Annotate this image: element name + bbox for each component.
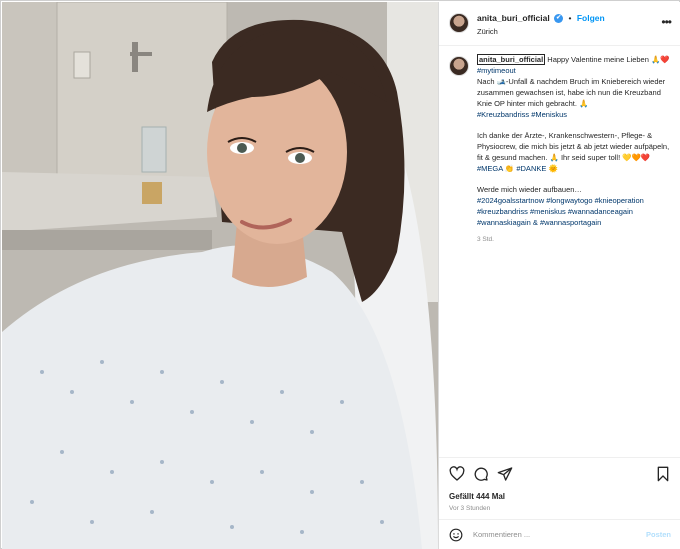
hashtags-3[interactable]: #2024goalsstartnow #longwaytogo #knieope… xyxy=(477,196,644,227)
caption-username[interactable]: anita_buri_official xyxy=(477,54,546,65)
follow-button[interactable]: Folgen xyxy=(577,13,605,23)
avatar[interactable] xyxy=(449,13,469,33)
post-age: Vor 3 Stunden xyxy=(449,505,491,512)
share-icon[interactable] xyxy=(497,466,513,482)
header-username-row: anita_buri_official ✔ • Folgen xyxy=(477,13,605,24)
caption-time: 3 Std. xyxy=(477,236,494,243)
hashtags-2[interactable]: #MEGA 👏 #DANKE 🌞 xyxy=(477,164,558,173)
instagram-post-window: anita_buri_official ✔ • Folgen Zürich ••… xyxy=(0,0,680,549)
caption-area: anita_buri_official Happy Valentine mein… xyxy=(439,46,680,456)
comment-input[interactable]: Kommentieren ... xyxy=(473,530,530,539)
post-header: anita_buri_official ✔ • Folgen Zürich ••… xyxy=(439,2,680,46)
hashtag-mytimeout[interactable]: #mytimeout xyxy=(477,66,516,75)
action-bar: Gefällt 444 Mal Vor 3 Stunden xyxy=(439,457,680,517)
caption-para3: Werde mich wieder aufbauen… xyxy=(477,185,582,194)
comment-icon[interactable] xyxy=(473,466,489,482)
likes-count[interactable]: Gefällt 444 Mal xyxy=(449,492,505,501)
caption-line1: Happy Valentine meine Lieben 🙏❤️ xyxy=(547,55,670,64)
hospital-selfie-image xyxy=(2,2,438,549)
comment-bar: Kommentieren ... Posten xyxy=(439,519,680,549)
caption-avatar[interactable] xyxy=(449,56,469,76)
caption-text: anita_buri_official Happy Valentine mein… xyxy=(477,54,673,245)
location-link[interactable]: Zürich xyxy=(477,27,498,36)
bookmark-icon[interactable] xyxy=(655,466,671,482)
post-sidebar: anita_buri_official ✔ • Folgen Zürich ••… xyxy=(438,2,680,549)
caption-para2: Ich danke der Ärzte-, Krankenschwestern-… xyxy=(477,131,670,162)
emoji-icon[interactable] xyxy=(449,528,463,542)
verified-icon: ✔ xyxy=(554,14,564,24)
username-link[interactable]: anita_buri_official xyxy=(477,13,550,23)
hashtags-1[interactable]: #Kreuzbandriss #Meniskus xyxy=(477,110,567,119)
heart-icon[interactable] xyxy=(449,466,465,482)
caption-para1: Nach 🎿-Unfall & nachdem Bruch im Knieber… xyxy=(477,77,666,108)
more-icon[interactable]: ••• xyxy=(661,15,672,29)
separator-dot: • xyxy=(568,13,572,23)
post-comment-button[interactable]: Posten xyxy=(646,530,671,539)
post-photo[interactable] xyxy=(2,2,438,549)
